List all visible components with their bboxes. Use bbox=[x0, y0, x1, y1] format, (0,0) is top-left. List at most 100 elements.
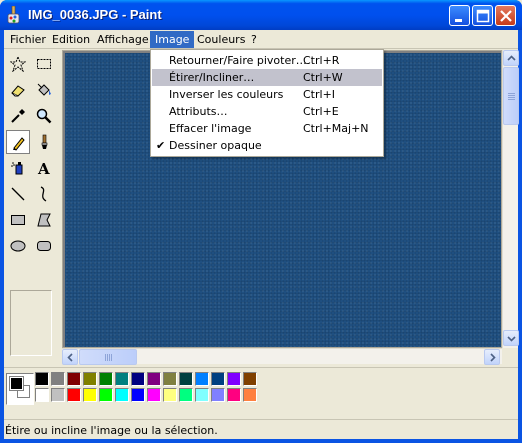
color-swatch[interactable] bbox=[51, 372, 65, 386]
color-swatch[interactable] bbox=[35, 388, 49, 402]
check-icon: ✔ bbox=[156, 139, 166, 152]
menu-item-shortcut: Ctrl+E bbox=[303, 105, 339, 118]
vertical-scroll-thumb[interactable] bbox=[503, 67, 519, 125]
tool-curve[interactable] bbox=[32, 182, 56, 206]
maximize-button[interactable] bbox=[472, 5, 493, 26]
menu-image[interactable]: Image bbox=[150, 31, 195, 48]
line-icon bbox=[11, 187, 25, 201]
tool-magnifier[interactable] bbox=[32, 104, 56, 128]
color-swatch[interactable] bbox=[147, 372, 161, 386]
vertical-scrollbar[interactable] bbox=[502, 50, 519, 348]
menu-item-shortcut: Ctrl+R bbox=[303, 54, 340, 67]
tool-select[interactable] bbox=[32, 52, 56, 76]
color-swatch[interactable] bbox=[115, 388, 129, 402]
menu-item-draw-opaque[interactable]: ✔ Dessiner opaque bbox=[152, 137, 382, 154]
color-swatch[interactable] bbox=[67, 372, 81, 386]
tool-text[interactable]: A bbox=[32, 156, 56, 180]
color-swatch[interactable] bbox=[163, 372, 177, 386]
foreground-color bbox=[9, 376, 24, 391]
color-swatch[interactable] bbox=[131, 388, 145, 402]
menu-affichage[interactable]: Affichage bbox=[92, 31, 154, 48]
menu-item-label: Effacer l'image bbox=[169, 122, 252, 135]
color-swatch[interactable] bbox=[179, 372, 193, 386]
color-swatch[interactable] bbox=[195, 388, 209, 402]
minimize-button[interactable] bbox=[449, 5, 470, 26]
color-swatch[interactable] bbox=[147, 388, 161, 402]
tool-eraser[interactable] bbox=[6, 78, 30, 102]
tool-options-panel[interactable] bbox=[10, 290, 52, 356]
color-swatch[interactable] bbox=[51, 388, 65, 402]
color-swatch[interactable] bbox=[227, 372, 241, 386]
menu-item-attributes[interactable]: Attributs… Ctrl+E bbox=[152, 103, 382, 120]
menu-edition[interactable]: Edition bbox=[47, 31, 95, 48]
paint-bucket-icon bbox=[37, 83, 51, 96]
color-swatch[interactable] bbox=[99, 372, 113, 386]
scroll-right-button[interactable] bbox=[484, 349, 500, 365]
menu-item-shortcut: Ctrl+W bbox=[303, 71, 343, 84]
color-swatch[interactable] bbox=[99, 388, 113, 402]
tool-rounded-rectangle[interactable] bbox=[32, 234, 56, 258]
color-swatch[interactable] bbox=[227, 388, 241, 402]
chevron-down-icon bbox=[507, 336, 516, 342]
menu-fichier[interactable]: Fichier bbox=[5, 31, 51, 48]
menu-item-rotate[interactable]: Retourner/Faire pivoter… Ctrl+R bbox=[152, 52, 382, 69]
rounded-rect-icon bbox=[37, 241, 51, 251]
ellipse-icon bbox=[10, 240, 26, 252]
tool-ellipse[interactable] bbox=[6, 234, 30, 258]
status-text: Étire ou incline l'image ou la sélection… bbox=[5, 424, 218, 437]
horizontal-scrollbar[interactable] bbox=[62, 348, 502, 365]
menu-item-label: Étirer/Incliner… bbox=[169, 71, 255, 84]
color-swatch[interactable] bbox=[131, 372, 145, 386]
color-swatch[interactable] bbox=[163, 388, 177, 402]
image-menu-dropdown: Retourner/Faire pivoter… Ctrl+R Étirer/I… bbox=[150, 49, 384, 157]
menu-item-invert-colors[interactable]: Inverser les couleurs Ctrl+I bbox=[152, 86, 382, 103]
color-swatch[interactable] bbox=[35, 372, 49, 386]
current-colors[interactable] bbox=[6, 373, 34, 405]
close-button[interactable] bbox=[495, 5, 516, 26]
tool-pick-color[interactable] bbox=[6, 104, 30, 128]
rect-select-icon bbox=[37, 59, 51, 69]
color-swatch[interactable] bbox=[243, 372, 257, 386]
horizontal-scroll-thumb[interactable] bbox=[79, 349, 137, 365]
scroll-left-button[interactable] bbox=[62, 349, 78, 365]
title-bar[interactable]: IMG_0036.JPG - Paint bbox=[0, 0, 522, 30]
eraser-icon bbox=[11, 85, 25, 97]
color-swatch[interactable] bbox=[115, 372, 129, 386]
color-swatch[interactable] bbox=[211, 388, 225, 402]
tool-line[interactable] bbox=[6, 182, 30, 206]
airbrush-icon bbox=[11, 162, 23, 175]
rectangle-icon bbox=[11, 215, 25, 225]
menu-item-label: Retourner/Faire pivoter… bbox=[169, 54, 307, 67]
brush-icon bbox=[41, 134, 48, 149]
color-swatch[interactable] bbox=[67, 388, 81, 402]
menu-item-shortcut: Ctrl+I bbox=[303, 88, 336, 101]
tool-fill[interactable] bbox=[32, 78, 56, 102]
menu-item-clear-image[interactable]: Effacer l'image Ctrl+Maj+N bbox=[152, 120, 382, 137]
tool-brush[interactable] bbox=[32, 130, 56, 154]
tool-rectangle[interactable] bbox=[6, 208, 30, 232]
paint-app-icon[interactable] bbox=[6, 5, 22, 24]
color-swatch[interactable] bbox=[83, 372, 97, 386]
toolbox: A bbox=[4, 50, 60, 372]
color-swatch[interactable] bbox=[83, 388, 97, 402]
scrollbar-corner bbox=[502, 348, 518, 364]
tool-pencil[interactable] bbox=[6, 130, 30, 154]
color-swatch[interactable] bbox=[195, 372, 209, 386]
chevron-up-icon bbox=[507, 55, 516, 61]
menu-item-label: Dessiner opaque bbox=[169, 139, 262, 152]
tool-polygon[interactable] bbox=[32, 208, 56, 232]
color-palette bbox=[4, 367, 518, 417]
tool-free-form-select[interactable] bbox=[6, 52, 30, 76]
thumb-grip bbox=[105, 354, 112, 361]
color-swatch[interactable] bbox=[243, 388, 257, 402]
text-icon: A bbox=[37, 160, 50, 176]
scroll-up-button[interactable] bbox=[503, 50, 519, 66]
color-swatch[interactable] bbox=[211, 372, 225, 386]
tool-airbrush[interactable] bbox=[6, 156, 30, 180]
pencil-icon bbox=[13, 137, 25, 151]
color-swatch[interactable] bbox=[179, 388, 193, 402]
menu-couleurs[interactable]: Couleurs bbox=[192, 31, 250, 48]
menu-help[interactable]: ? bbox=[246, 31, 262, 48]
menu-item-stretch-skew[interactable]: Étirer/Incliner… Ctrl+W bbox=[152, 69, 382, 86]
scroll-down-button[interactable] bbox=[503, 330, 519, 346]
